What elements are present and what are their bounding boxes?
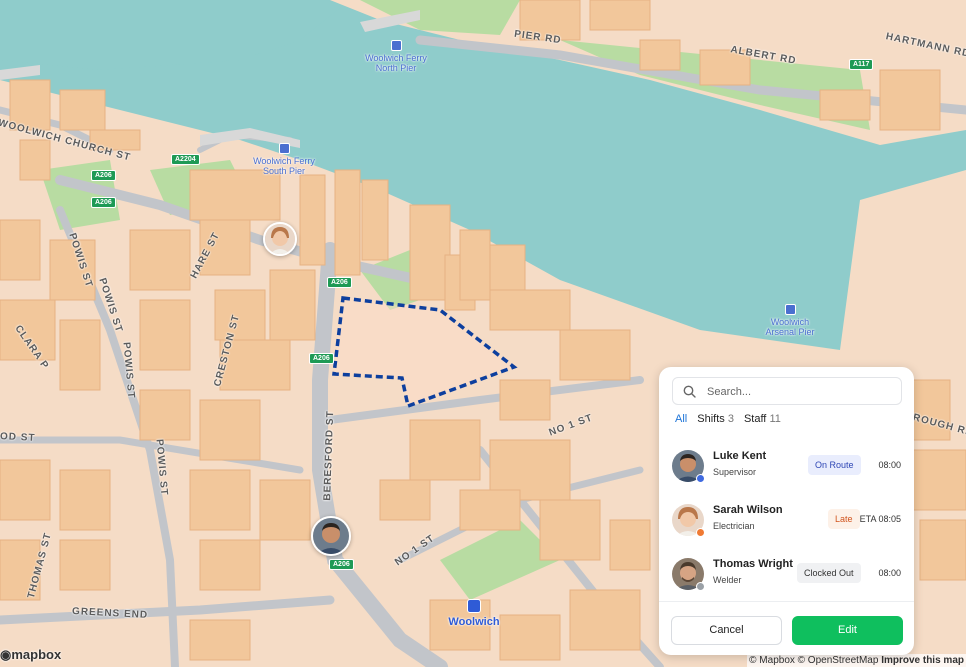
tab-staff[interactable]: Staff 11: [744, 413, 781, 425]
search-icon: [683, 385, 696, 398]
staff-name: Sarah Wilson: [713, 504, 783, 516]
status-badge: On Route: [808, 455, 861, 475]
road-shield: A206: [91, 170, 116, 181]
staff-role: Electrician: [713, 521, 755, 531]
station-label: Woolwich: [448, 616, 500, 628]
edit-button[interactable]: Edit: [792, 616, 903, 645]
improve-map-link[interactable]: Improve this map: [881, 655, 964, 666]
status-badge: Clocked Out: [797, 563, 861, 583]
staff-row[interactable]: Thomas Wright Welder Clocked Out 08:00: [671, 558, 903, 598]
train-icon: [467, 599, 481, 613]
map-avatar-luke[interactable]: [311, 516, 351, 556]
station-woolwich[interactable]: Woolwich: [444, 599, 504, 628]
status-dot: [696, 474, 705, 483]
poi-label-line: Woolwich: [770, 317, 810, 327]
staff-row[interactable]: Luke Kent Supervisor On Route 08:00: [671, 450, 903, 490]
poi-woolwich-arsenal-pier[interactable]: Woolwich Arsenal Pier: [756, 304, 824, 337]
poi-label-line: Arsenal Pier: [765, 327, 815, 337]
poi-label-line: North Pier: [375, 63, 417, 73]
ferry-icon: [278, 143, 290, 154]
status-dot: [696, 528, 705, 537]
poi-woolwich-ferry-south-pier[interactable]: Woolwich Ferry South Pier: [250, 143, 318, 176]
staff-role: Supervisor: [713, 467, 757, 477]
staff-role: Welder: [713, 575, 742, 585]
ferry-icon: [784, 304, 796, 315]
shift-time: ETA 08:05: [859, 514, 901, 524]
shift-time: 08:00: [878, 460, 901, 470]
search-input[interactable]: [705, 382, 894, 402]
avatar-portrait-icon: [265, 224, 295, 254]
mapbox-logo[interactable]: ◉mapbox: [0, 647, 61, 663]
status-dot: [696, 582, 705, 591]
filter-tabs: All Shifts 3 Staff 11: [675, 413, 781, 425]
tab-label: All: [675, 413, 688, 425]
road-shield: A206: [329, 559, 354, 570]
road-shield: A117: [849, 59, 874, 70]
road-shield: A2204: [171, 154, 200, 165]
tab-shifts[interactable]: Shifts 3: [697, 413, 734, 425]
tab-label: Staff: [743, 413, 767, 425]
tab-label: Shifts: [697, 413, 725, 425]
status-badge: Late: [828, 509, 860, 529]
mapbox-logo-text: mapbox: [11, 647, 62, 662]
tab-count: 3: [727, 413, 734, 425]
panel-divider: [659, 601, 914, 602]
ferry-icon: [390, 40, 402, 51]
cancel-button[interactable]: Cancel: [671, 616, 782, 645]
tab-all[interactable]: All: [675, 413, 687, 425]
road-shield: A206: [91, 197, 116, 208]
staff-name: Thomas Wright: [713, 558, 793, 570]
map-avatar-sarah[interactable]: [263, 222, 297, 256]
road-shield: A206: [309, 353, 334, 364]
road-shield: A206: [327, 277, 352, 288]
poi-label-line: South Pier: [262, 166, 306, 176]
staff-name: Luke Kent: [713, 450, 767, 462]
shift-time: 08:00: [878, 568, 901, 578]
staff-panel: All Shifts 3 Staff 11 Luke Kent Supervis…: [659, 367, 914, 655]
search-box[interactable]: [672, 377, 902, 405]
street-label: OD ST: [0, 431, 36, 444]
poi-label-line: Woolwich Ferry: [365, 53, 427, 63]
tab-count: 11: [769, 413, 781, 425]
poi-woolwich-ferry-north-pier[interactable]: Woolwich Ferry North Pier: [362, 40, 430, 73]
map-attribution[interactable]: © Mapbox © OpenStreetMap Improve this ma…: [747, 654, 966, 667]
poi-label-line: Woolwich Ferry: [253, 156, 315, 166]
staff-row[interactable]: Sarah Wilson Electrician Late ETA 08:05: [671, 504, 903, 544]
attribution-text[interactable]: © Mapbox © OpenStreetMap: [749, 655, 878, 666]
avatar-portrait-icon: [313, 518, 349, 554]
